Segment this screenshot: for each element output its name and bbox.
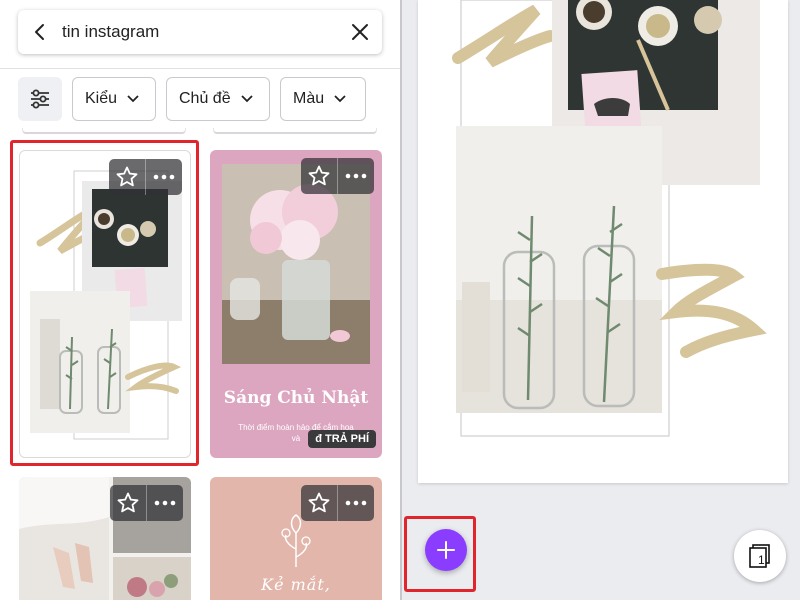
pages-button[interactable]: 1 — [734, 530, 786, 582]
template-search-panel: tin instagram Kiểu Chủ đề Màu Sáng Chủ N… — [0, 0, 400, 600]
template-tile[interactable] — [19, 477, 191, 600]
more-icon[interactable] — [147, 485, 183, 521]
filter-color-dropdown[interactable]: Màu — [280, 77, 366, 121]
filter-label: Kiểu — [85, 90, 118, 107]
star-icon[interactable] — [301, 485, 337, 521]
chevron-down-icon — [240, 95, 253, 103]
template-title: Kẻ mắt, — [261, 575, 331, 594]
template-tile[interactable]: Kẻ mắt, — [210, 477, 382, 600]
filter-label: Chủ đề — [179, 90, 231, 107]
selection-highlight — [10, 140, 199, 466]
design-editor — [402, 0, 800, 600]
close-icon[interactable] — [338, 10, 382, 54]
design-canvas[interactable] — [418, 0, 788, 483]
search-input[interactable]: tin instagram — [62, 22, 338, 42]
star-icon[interactable] — [301, 158, 337, 194]
chevron-down-icon — [127, 95, 139, 103]
template-actions — [110, 485, 183, 521]
more-icon[interactable] — [338, 158, 374, 194]
search-bar: tin instagram — [18, 10, 382, 54]
filter-settings-button[interactable] — [18, 77, 62, 121]
chevron-down-icon — [334, 95, 346, 103]
template-tile-edge — [213, 128, 377, 134]
filter-topic-dropdown[interactable]: Chủ đề — [166, 77, 270, 121]
template-actions — [301, 158, 374, 194]
star-icon[interactable] — [110, 485, 146, 521]
template-tile-edge — [22, 128, 186, 134]
filter-style-dropdown[interactable]: Kiểu — [72, 77, 156, 121]
divider — [0, 68, 400, 69]
filter-row: Kiểu Chủ đề Màu — [18, 77, 366, 121]
premium-badge: đ TRẢ PHÍ — [308, 430, 376, 448]
sliders-icon — [31, 89, 49, 109]
filter-label: Màu — [293, 90, 325, 107]
template-preview-image — [222, 164, 370, 364]
template-actions — [301, 485, 374, 521]
back-icon[interactable] — [18, 10, 62, 54]
template-title: Sáng Chủ Nhật — [223, 388, 369, 408]
more-icon[interactable] — [338, 485, 374, 521]
page-count: 1 — [758, 553, 765, 567]
add-button-highlight — [404, 516, 476, 592]
template-tile[interactable]: Sáng Chủ Nhật Thời điểm hoàn hảo để cắm … — [210, 150, 382, 458]
design-collage-image — [452, 0, 767, 437]
